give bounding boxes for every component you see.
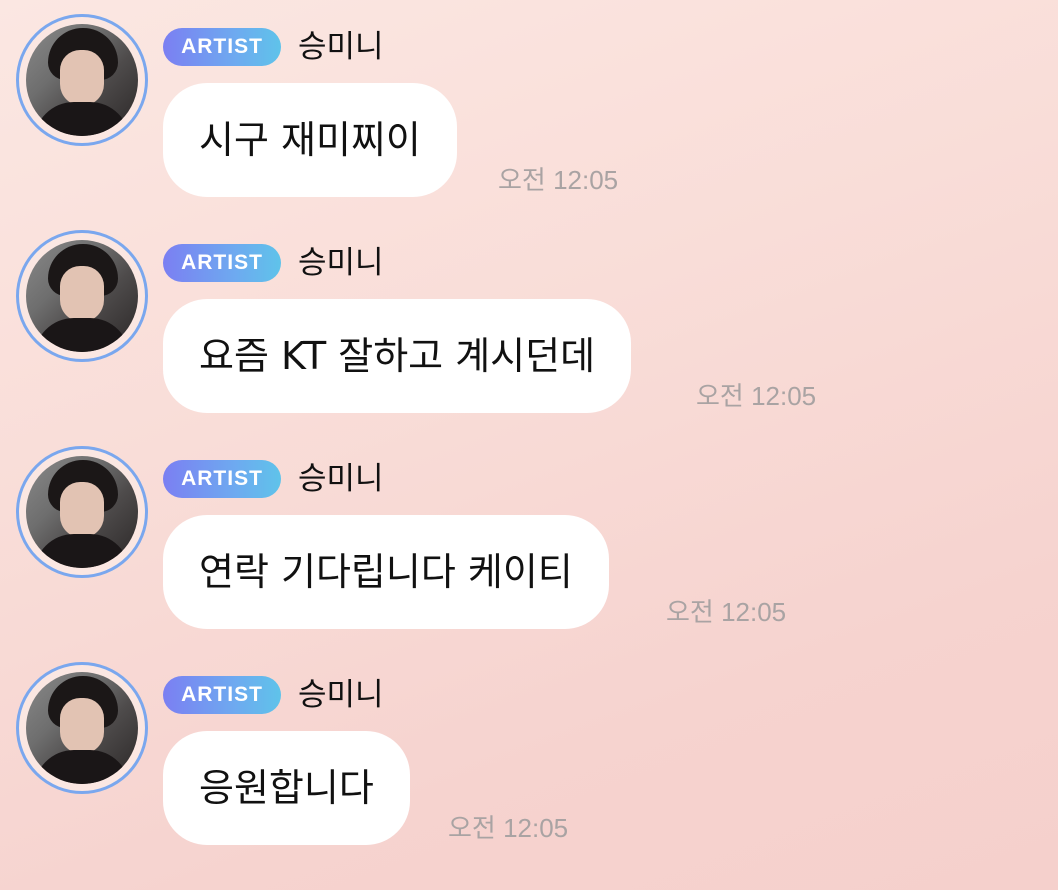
message-bubble[interactable]: 요즘 KT 잘하고 계시던데 [163,299,632,413]
avatar[interactable] [16,14,148,146]
avatar[interactable] [16,230,148,362]
message-timestamp: 오전 12:05 [696,381,817,411]
message-timestamp: 오전 12:05 [498,165,619,195]
artist-badge: ARTIST [163,28,281,66]
message-bubble[interactable]: 시구 재미찌이 [163,83,457,197]
sender-name: 승미니 [298,245,384,281]
sender-name: 승미니 [298,677,384,713]
avatar[interactable] [16,662,148,794]
message-bubble[interactable]: 응원합니다 [163,731,410,845]
message-bubble[interactable]: 연락 기다립니다 케이티 [163,515,609,629]
chat-message: ARTIST 승미니 연락 기다립니다 케이티 오전 12:05 [0,432,1058,632]
chat-message: ARTIST 승미니 요즘 KT 잘하고 계시던데 오전 12:05 [0,216,1058,416]
artist-badge: ARTIST [163,676,281,714]
message-timestamp: 오전 12:05 [666,597,787,627]
artist-badge: ARTIST [163,244,281,282]
artist-avatar-icon [26,24,138,136]
avatar[interactable] [16,446,148,578]
chat-message: ARTIST 승미니 응원합니다 오전 12:05 [0,648,1058,848]
sender-name: 승미니 [298,461,384,497]
artist-badge: ARTIST [163,460,281,498]
message-timestamp: 오전 12:05 [448,813,569,843]
chat-message: ARTIST 승미니 시구 재미찌이 오전 12:05 [0,0,1058,200]
artist-avatar-icon [26,672,138,784]
artist-avatar-icon [26,456,138,568]
artist-avatar-icon [26,240,138,352]
sender-name: 승미니 [298,29,384,65]
